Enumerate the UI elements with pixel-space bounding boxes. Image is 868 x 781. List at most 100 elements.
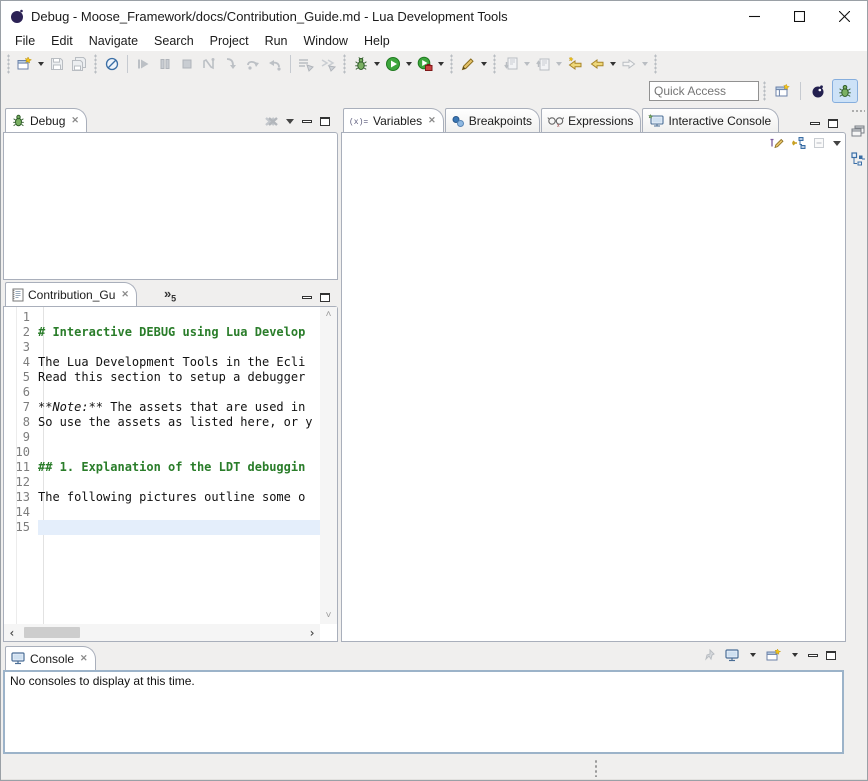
maximize-view-icon[interactable]: [828, 119, 838, 128]
view-menu-icon[interactable]: [833, 141, 841, 146]
tab-expressions[interactable]: xExpressions: [541, 108, 641, 132]
pin-console-icon[interactable]: [702, 648, 717, 662]
code-editor[interactable]: 12# Interactive DEBUG using Lua Develop3…: [4, 307, 337, 641]
drop-to-frame-button[interactable]: [295, 53, 317, 75]
variables-body[interactable]: [341, 132, 846, 642]
back-button[interactable]: [586, 53, 608, 75]
horizontal-scrollbar[interactable]: ‹ ›: [4, 624, 320, 641]
scroll-left-icon[interactable]: ‹: [4, 626, 20, 640]
use-step-filters-button[interactable]: [317, 53, 339, 75]
tab-variables[interactable]: (x)=Variables✕: [343, 108, 444, 132]
code-line[interactable]: 2# Interactive DEBUG using Lua Develop: [4, 325, 320, 340]
debug-button[interactable]: [350, 53, 372, 75]
minimize-button[interactable]: [732, 1, 777, 31]
tab-console[interactable]: Console ✕: [5, 646, 96, 670]
menu-item-navigate[interactable]: Navigate: [81, 32, 146, 50]
skip-all-breakpoints-button[interactable]: [101, 53, 123, 75]
next-annotation-dropdown[interactable]: [522, 53, 532, 75]
scroll-right-icon[interactable]: ›: [304, 626, 320, 640]
scrollbar-thumb[interactable]: [24, 627, 80, 638]
strip-grip[interactable]: [851, 109, 865, 113]
code-line[interactable]: 9: [4, 430, 320, 445]
menu-item-edit[interactable]: Edit: [43, 32, 81, 50]
show-logical-structure-icon[interactable]: [791, 136, 807, 150]
next-annotation-button[interactable]: [500, 53, 522, 75]
minimize-view-icon[interactable]: [808, 654, 818, 657]
tab-debug[interactable]: Debug ✕: [5, 108, 87, 132]
vertical-scrollbar[interactable]: ˄ ˅: [320, 307, 337, 624]
code-line[interactable]: 4The Lua Development Tools in the Ecli: [4, 355, 320, 370]
minimize-view-icon[interactable]: [810, 122, 820, 125]
menu-item-run[interactable]: Run: [257, 32, 296, 50]
scroll-up-icon[interactable]: ˄: [325, 309, 331, 321]
open-console-icon[interactable]: [766, 648, 782, 663]
forward-button[interactable]: [618, 53, 640, 75]
view-menu-icon[interactable]: [286, 119, 294, 124]
editor-overflow-button[interactable]: »5: [164, 286, 176, 304]
disconnect-button[interactable]: [198, 53, 220, 75]
menu-item-file[interactable]: File: [7, 32, 43, 50]
run-dropdown[interactable]: [404, 53, 414, 75]
code-line[interactable]: 8So use the assets as listed here, or y: [4, 415, 320, 430]
quick-access-input[interactable]: [649, 81, 759, 101]
code-line[interactable]: 10: [4, 445, 320, 460]
code-line[interactable]: 13The following pictures outline some o: [4, 490, 320, 505]
external-tools-button[interactable]: [414, 53, 436, 75]
code-line[interactable]: 14: [4, 505, 320, 520]
tab-interactive-console[interactable]: Interactive Console: [642, 108, 779, 132]
show-type-names-icon[interactable]: [769, 136, 785, 150]
lua-perspective-button[interactable]: [806, 80, 830, 102]
previous-annotation-button[interactable]: [532, 53, 554, 75]
code-line[interactable]: 1: [4, 310, 320, 325]
close-button[interactable]: [822, 1, 867, 31]
suspend-button[interactable]: [154, 53, 176, 75]
menu-item-window[interactable]: Window: [296, 32, 356, 50]
status-grip[interactable]: [594, 759, 598, 777]
outline-view-icon[interactable]: [848, 149, 868, 169]
console-body[interactable]: No consoles to display at this time.: [3, 670, 844, 754]
new-wizard-dropdown[interactable]: [36, 53, 46, 75]
save-all-button[interactable]: [68, 53, 90, 75]
step-over-button[interactable]: [242, 53, 264, 75]
tab-breakpoints[interactable]: Breakpoints: [445, 108, 540, 132]
debug-perspective-button[interactable]: [832, 79, 858, 103]
code-line[interactable]: 5Read this section to setup a debugger: [4, 370, 320, 385]
close-icon[interactable]: ✕: [121, 289, 129, 300]
back-dropdown[interactable]: [608, 53, 618, 75]
maximize-view-icon[interactable]: [826, 651, 836, 660]
minimize-view-icon[interactable]: [302, 120, 312, 123]
close-icon[interactable]: ✕: [71, 115, 79, 126]
code-line[interactable]: 7**Note:** The assets that are used in: [4, 400, 320, 415]
step-return-button[interactable]: [264, 53, 286, 75]
display-console-dropdown[interactable]: [748, 644, 758, 666]
minimize-view-icon[interactable]: [302, 296, 312, 299]
display-selected-console-icon[interactable]: [725, 649, 740, 662]
resume-button[interactable]: [132, 53, 154, 75]
last-edit-location-button[interactable]: [564, 53, 586, 75]
mark-occurrences-button[interactable]: [457, 53, 479, 75]
maximize-button[interactable]: [777, 1, 822, 31]
menu-item-search[interactable]: Search: [146, 32, 202, 50]
run-button[interactable]: [382, 53, 404, 75]
open-perspective-button[interactable]: [771, 80, 795, 102]
previous-annotation-dropdown[interactable]: [554, 53, 564, 75]
code-line[interactable]: 12: [4, 475, 320, 490]
restore-view-icon[interactable]: [848, 121, 868, 141]
collapse-all-icon[interactable]: [813, 136, 827, 150]
code-line[interactable]: 15: [4, 520, 320, 535]
scroll-down-icon[interactable]: ˅: [325, 610, 331, 622]
external-tools-dropdown[interactable]: [436, 53, 446, 75]
maximize-view-icon[interactable]: [320, 117, 330, 126]
save-button[interactable]: [46, 53, 68, 75]
close-icon[interactable]: ✕: [428, 115, 436, 126]
menu-item-project[interactable]: Project: [202, 32, 257, 50]
terminate-button[interactable]: [176, 53, 198, 75]
debug-view-body[interactable]: [3, 132, 338, 280]
forward-dropdown[interactable]: [640, 53, 650, 75]
mark-occurrences-dropdown[interactable]: [479, 53, 489, 75]
remove-all-terminated-icon[interactable]: [264, 115, 278, 128]
maximize-view-icon[interactable]: [320, 293, 330, 302]
new-wizard-button[interactable]: [14, 53, 36, 75]
tab-contribution-guide[interactable]: Contribution_Gu ✕: [5, 282, 137, 306]
step-into-button[interactable]: [220, 53, 242, 75]
